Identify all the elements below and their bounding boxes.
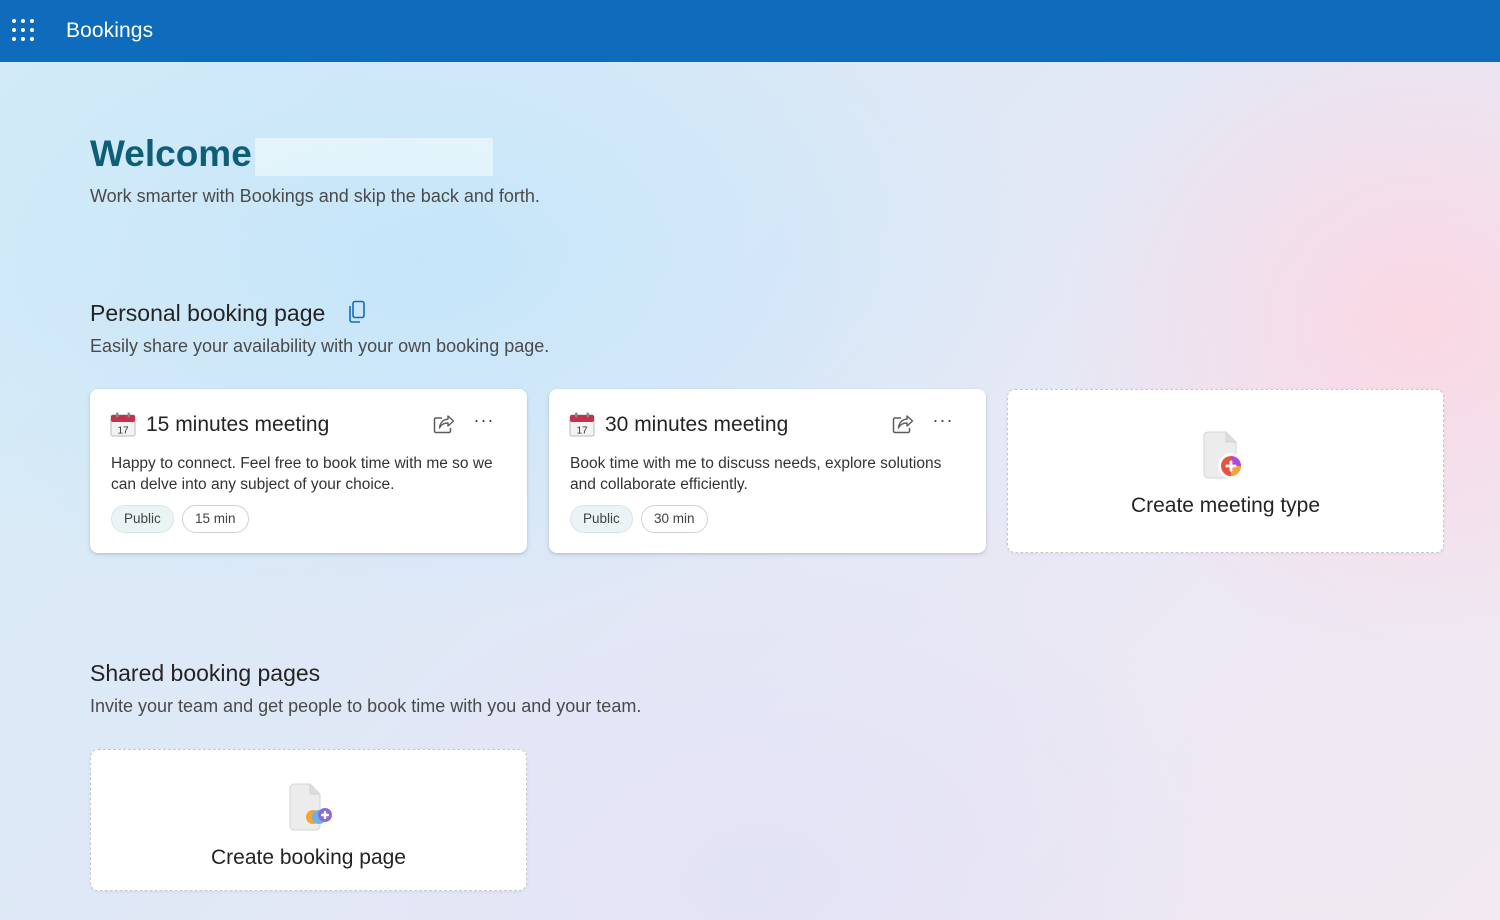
shared-section-subtitle: Invite your team and get people to book … [90, 696, 642, 716]
top-bar: Bookings [0, 0, 1500, 62]
visibility-badge: Public [570, 505, 633, 533]
more-options-button[interactable]: ··· [473, 410, 495, 430]
calendar-icon: 17 [569, 412, 595, 437]
create-meeting-type-card[interactable]: Create meeting type [1007, 389, 1444, 553]
create-meeting-type-icon [1203, 431, 1244, 479]
duration-badge: 15 min [182, 505, 249, 533]
more-options-button[interactable]: ··· [932, 410, 954, 430]
meeting-description: Happy to connect. Feel free to book time… [111, 455, 493, 493]
meeting-description: Book time with me to discuss needs, expl… [570, 455, 942, 493]
duration-badge: 30 min [641, 505, 708, 533]
app-title[interactable]: Bookings [66, 19, 153, 43]
app-launcher-icon[interactable] [12, 19, 34, 41]
svg-text:17: 17 [576, 426, 588, 437]
meeting-card-15[interactable]: 17 15 minutes meeting ··· Happy to conne… [90, 389, 527, 553]
redacted-user-name [255, 138, 493, 176]
svg-text:17: 17 [117, 426, 129, 437]
meeting-title: 30 minutes meeting [605, 413, 789, 436]
create-booking-page-icon [289, 783, 332, 831]
personal-section-title: Personal booking page [90, 300, 326, 326]
share-icon[interactable] [892, 414, 914, 434]
welcome-subtitle: Work smarter with Bookings and skip the … [90, 186, 540, 206]
calendar-icon: 17 [110, 412, 136, 437]
share-icon[interactable] [433, 414, 455, 434]
create-meeting-type-label: Create meeting type [1130, 494, 1321, 517]
create-booking-page-card[interactable]: Create booking page [90, 749, 527, 891]
welcome-title: Welcome [90, 133, 252, 174]
meeting-title: 15 minutes meeting [146, 413, 330, 436]
shared-section-title: Shared booking pages [90, 660, 321, 686]
copy-icon[interactable] [348, 300, 366, 324]
personal-section-subtitle: Easily share your availability with your… [90, 336, 550, 356]
meeting-card-30[interactable]: 17 30 minutes meeting ··· Book time with… [549, 389, 986, 553]
visibility-badge: Public [111, 505, 174, 533]
create-booking-page-label: Create booking page [211, 846, 406, 869]
